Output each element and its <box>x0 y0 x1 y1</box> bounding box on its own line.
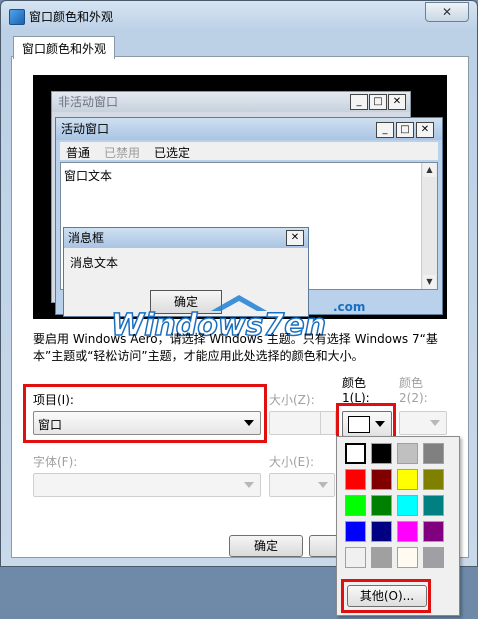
message-text: 消息文本 <box>70 256 119 270</box>
size-label: 大小(Z): <box>269 393 315 407</box>
close-icon: ✕ <box>286 230 304 246</box>
font-size-select[interactable] <box>269 473 335 497</box>
chevron-down-icon <box>318 482 328 488</box>
color-swatch-cell[interactable] <box>371 547 392 568</box>
color-swatch-cell[interactable] <box>397 547 418 568</box>
color-swatch-cell[interactable] <box>371 495 392 516</box>
font-select[interactable] <box>33 473 261 497</box>
color1-label-line1: 颜色 <box>342 376 367 390</box>
window-app-icon <box>9 9 25 25</box>
highlight-item-box <box>23 384 267 443</box>
maximize-icon: □ <box>369 94 387 110</box>
color-swatch-cell[interactable] <box>397 495 418 516</box>
color-swatch-cell[interactable] <box>397 469 418 490</box>
minimize-icon: _ <box>350 94 368 110</box>
color-swatch-cell[interactable] <box>345 469 366 490</box>
color-swatch-cell[interactable] <box>423 521 444 542</box>
color-swatch-cell[interactable] <box>423 495 444 516</box>
message-box-title: 消息框 <box>64 228 308 248</box>
color-picker-popup: 其他(O)... <box>336 436 460 616</box>
color-swatch-cell[interactable] <box>371 521 392 542</box>
preview-menubar: 普通 已禁用 已选定 <box>60 142 438 160</box>
color-swatch-cell[interactable] <box>423 469 444 490</box>
ok-button[interactable]: 确定 <box>229 535 303 557</box>
color-swatch-cell[interactable] <box>345 521 366 542</box>
maximize-icon: □ <box>396 122 414 138</box>
scrollbar[interactable]: ▲ ▼ <box>421 163 437 289</box>
watermark-com: .com <box>333 300 365 314</box>
font-size-label: 大小(E): <box>269 455 314 469</box>
color-swatch-cell[interactable] <box>345 495 366 516</box>
close-icon: ✕ <box>388 94 406 110</box>
window-text: 窗口文本 <box>64 169 113 183</box>
color-swatch-cell[interactable] <box>423 443 444 464</box>
scroll-down-icon[interactable]: ▼ <box>423 275 436 289</box>
color2-label-line1: 颜色 <box>399 376 424 390</box>
color-swatch-cell[interactable] <box>423 547 444 568</box>
color2-button[interactable] <box>399 411 447 435</box>
menu-disabled[interactable]: 已禁用 <box>104 144 140 161</box>
minimize-icon: _ <box>376 122 394 138</box>
info-text: 要启用 Windows Aero，请选择 Windows 主题。只有选择 Win… <box>33 332 438 363</box>
title-bar: 窗口颜色和外观 ✕ <box>1 1 477 31</box>
highlight-other-box <box>341 579 431 613</box>
window-title: 窗口颜色和外观 <box>29 10 114 24</box>
tab-window-color[interactable]: 窗口颜色和外观 <box>13 36 116 59</box>
color-swatch-cell[interactable] <box>345 443 366 464</box>
chevron-down-icon <box>244 482 254 488</box>
menu-normal[interactable]: 普通 <box>66 144 90 161</box>
chevron-down-icon <box>430 420 440 426</box>
color2-label-line2: 2(2): <box>399 391 428 405</box>
color-swatch-cell[interactable] <box>397 521 418 542</box>
scroll-up-icon[interactable]: ▲ <box>423 163 436 177</box>
menu-selected[interactable]: 已选定 <box>154 144 190 161</box>
size-field[interactable] <box>269 411 321 435</box>
color-swatch-cell[interactable] <box>345 547 366 568</box>
close-button[interactable]: ✕ <box>425 2 469 22</box>
size-spinner[interactable] <box>320 411 336 435</box>
color-swatch-cell[interactable] <box>397 443 418 464</box>
color-swatch-cell[interactable] <box>371 443 392 464</box>
color-swatch-cell[interactable] <box>371 469 392 490</box>
font-label: 字体(F): <box>33 455 78 469</box>
close-icon: ✕ <box>416 122 434 138</box>
